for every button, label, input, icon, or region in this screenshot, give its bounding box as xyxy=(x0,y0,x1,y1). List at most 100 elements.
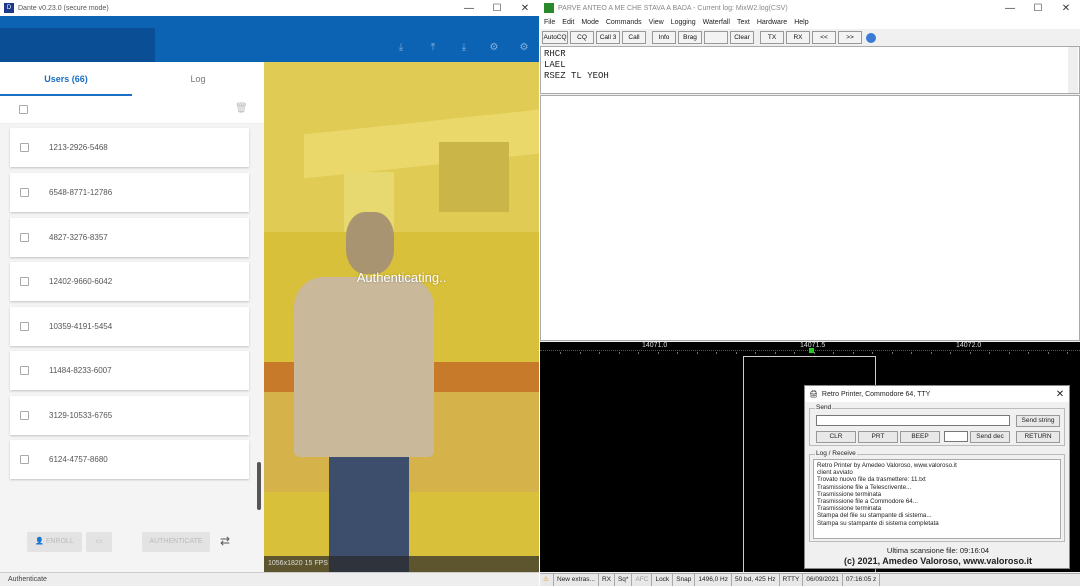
refresh-icon[interactable]: ⇄ xyxy=(220,534,230,548)
blank-button[interactable] xyxy=(704,31,728,44)
menu-mode[interactable]: Mode xyxy=(581,16,599,29)
row-checkbox[interactable] xyxy=(20,188,29,197)
tuning-bar xyxy=(743,356,876,357)
send-group-label: Send xyxy=(815,404,833,411)
row-checkbox[interactable] xyxy=(20,277,29,286)
autocq-button[interactable]: AutoCQ xyxy=(542,31,568,44)
user-id: 11484-8233-6007 xyxy=(49,366,112,375)
log-line: Trasmissione terminata xyxy=(817,505,882,513)
beep-button[interactable]: BEEP xyxy=(900,431,940,443)
user-id: 3129-10533-6765 xyxy=(49,411,113,420)
trash-icon[interactable]: 🗑 xyxy=(235,103,248,114)
dec-field[interactable] xyxy=(944,431,968,442)
dante-titlebar: D Dante v0.23.0 (secure mode) — ☐ ✕ xyxy=(0,0,539,16)
status-extras[interactable]: New extras... xyxy=(554,574,599,586)
rx-button[interactable]: RX xyxy=(786,31,810,44)
row-checkbox[interactable] xyxy=(20,455,29,464)
brag-button[interactable]: Brag xyxy=(678,31,702,44)
download-icon[interactable]: ⤓ xyxy=(458,42,470,54)
freq-tick xyxy=(677,352,678,354)
list-item[interactable]: 10359-4191-5454 xyxy=(10,307,249,346)
receive-text[interactable]: RHCR LAEL RSEZ TL YEOH xyxy=(540,46,1080,94)
list-item[interactable]: 1213-2926-5468 xyxy=(10,128,249,167)
minimize-button[interactable]: — xyxy=(455,3,483,14)
freq-tick xyxy=(1067,352,1068,354)
list-item[interactable]: 4827-3276-8357 xyxy=(10,218,249,257)
close-button[interactable]: ✕ xyxy=(1051,389,1069,400)
authenticate-button[interactable]: AUTHENTICATE xyxy=(142,532,210,552)
download-icon[interactable]: ⤓ xyxy=(395,42,407,54)
status-sq[interactable]: Sq* xyxy=(615,574,633,586)
send-string-field[interactable] xyxy=(816,415,1010,426)
log-line: Retro Printer by Amedeo Valoroso, www.va… xyxy=(817,462,957,469)
menu-file[interactable]: File xyxy=(544,16,555,29)
cq-button[interactable]: CQ xyxy=(570,31,594,44)
freq-tick xyxy=(1028,352,1029,354)
status-afc[interactable]: AFC xyxy=(632,574,653,586)
freq-tick xyxy=(930,352,932,354)
menu-text[interactable]: Text xyxy=(737,16,750,29)
user-id: 12402-9660-6042 xyxy=(49,277,113,286)
menu-help[interactable]: Help xyxy=(794,16,808,29)
close-button[interactable]: ✕ xyxy=(511,3,539,14)
video-info: 1056x1820 15 FPS xyxy=(264,556,539,572)
list-scrollbar[interactable] xyxy=(257,462,261,510)
minimize-button[interactable]: — xyxy=(996,3,1024,14)
prt-button[interactable]: PRT xyxy=(858,431,898,443)
send-group: Send Send string CLR PRT BEEP Send dec R… xyxy=(809,404,1065,446)
status-bar: ⚠ New extras... RX Sq* AFC Lock Snap 149… xyxy=(540,573,1080,586)
call3-button[interactable]: Call 3 xyxy=(596,31,620,44)
send-dec-button[interactable]: Send dec xyxy=(970,431,1010,443)
menu-waterfall[interactable]: Waterfall xyxy=(703,16,730,29)
row-checkbox[interactable] xyxy=(20,411,29,420)
globe-icon[interactable] xyxy=(866,32,876,43)
send-string-button[interactable]: Send string xyxy=(1016,415,1060,427)
log-text[interactable]: Retro Printer by Amedeo Valoroso, www.va… xyxy=(813,459,1061,539)
list-item[interactable]: 12402-9660-6042 xyxy=(10,262,249,301)
log-line: Trasmissione file a Commodore 64... xyxy=(817,498,918,506)
status-mode[interactable]: RTTY xyxy=(780,574,804,586)
close-button[interactable]: ✕ xyxy=(1052,3,1080,14)
call-button[interactable]: Call xyxy=(622,31,646,44)
window-title: PARVE ANTEO A ME CHE STAVA A BADA - Curr… xyxy=(558,4,788,12)
log-line: Stampa del file su stampante di sistema.… xyxy=(817,512,932,520)
status-snap[interactable]: Snap xyxy=(673,574,696,586)
clr-button[interactable]: CLR xyxy=(816,431,856,443)
list-item[interactable]: 11484-8233-6007 xyxy=(10,351,249,390)
menu-commands[interactable]: Commands xyxy=(606,16,642,29)
maximize-button[interactable]: ☐ xyxy=(1024,3,1052,14)
menu-hardware[interactable]: Hardware xyxy=(757,16,787,29)
list-item[interactable]: 3129-10533-6765 xyxy=(10,396,249,435)
rewind-button[interactable]: << xyxy=(812,31,836,44)
freq-tick xyxy=(1008,352,1010,354)
info-button[interactable]: Info xyxy=(652,31,676,44)
card-button[interactable]: ▭ xyxy=(86,532,112,552)
settings-icon[interactable]: ⚙ xyxy=(488,42,500,54)
row-checkbox[interactable] xyxy=(20,233,29,242)
status-rx[interactable]: RX xyxy=(599,574,615,586)
tab-log[interactable]: Log xyxy=(132,62,264,96)
gear-icon[interactable]: ⚙ xyxy=(518,42,530,54)
clear-button[interactable]: Clear xyxy=(730,31,754,44)
forward-button[interactable]: >> xyxy=(838,31,862,44)
row-checkbox[interactable] xyxy=(20,366,29,375)
menu-logging[interactable]: Logging xyxy=(671,16,696,29)
select-all-checkbox[interactable] xyxy=(19,105,28,114)
maximize-button[interactable]: ☐ xyxy=(483,3,511,14)
row-checkbox[interactable] xyxy=(20,322,29,331)
list-item[interactable]: 6124-4757-8680 xyxy=(10,440,249,479)
tx-button[interactable]: TX xyxy=(760,31,784,44)
row-checkbox[interactable] xyxy=(20,143,29,152)
user-id: 10359-4191-5454 xyxy=(49,322,113,331)
rx-scrollbar[interactable] xyxy=(1068,47,1078,93)
enroll-button[interactable]: 👤 ENROLL xyxy=(27,532,82,552)
transmit-text[interactable] xyxy=(540,95,1080,341)
return-button[interactable]: RETURN xyxy=(1016,431,1060,443)
status-lock[interactable]: Lock xyxy=(652,574,674,586)
menu-view[interactable]: View xyxy=(649,16,664,29)
freq-tick xyxy=(774,352,776,354)
menu-edit[interactable]: Edit xyxy=(562,16,574,29)
list-item[interactable]: 6548-8771-12786 xyxy=(10,173,249,212)
upload-icon[interactable]: ⤒ xyxy=(427,42,439,54)
tab-users[interactable]: Users (66) xyxy=(0,62,132,96)
